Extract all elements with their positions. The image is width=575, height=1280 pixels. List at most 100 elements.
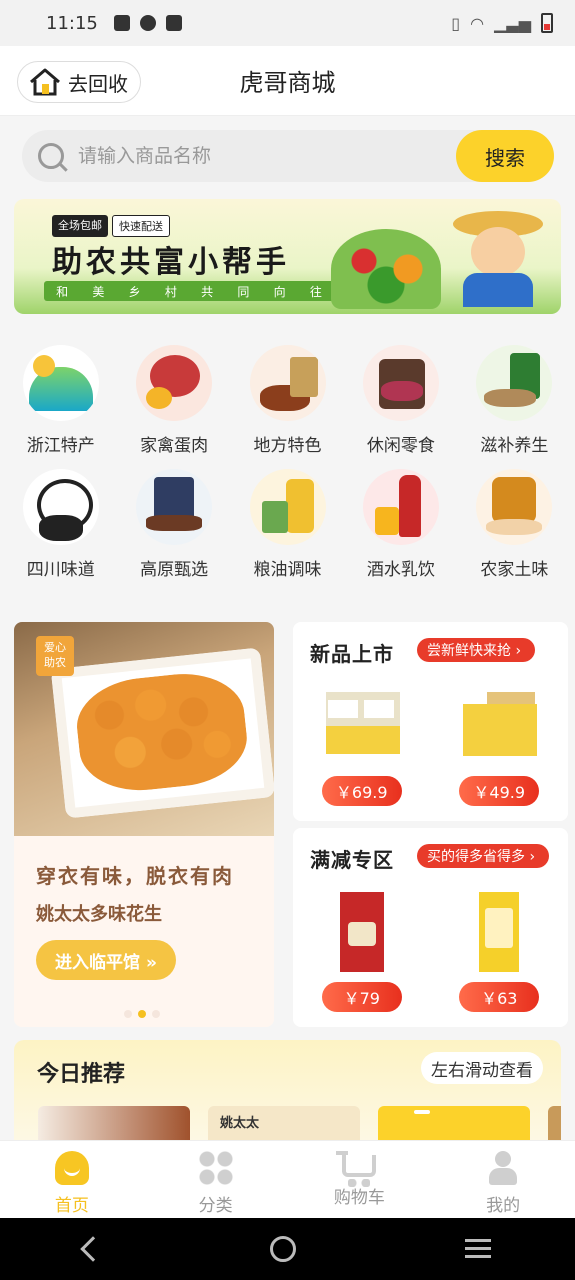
search-input[interactable] [78,145,428,167]
product-item[interactable]: ￥49.9 [444,682,554,806]
recommend-card[interactable]: 姚太太 [208,1106,360,1140]
tab-label: 首页 [54,1196,89,1216]
cart-icon [336,1151,377,1187]
recommend-card[interactable] [548,1106,561,1140]
category-item[interactable]: 浙江特产 [4,345,117,457]
category-item[interactable]: 酒水乳饮 [344,469,457,581]
home-circle-icon[interactable] [270,1236,297,1262]
carousel-indicator [124,1010,160,1018]
tab-home[interactable]: 首页 [0,1141,144,1218]
farmer-illustration [453,211,543,307]
category-item[interactable]: 滋补养生 [458,345,571,457]
notification-icon [113,15,130,31]
category-label: 地方特色 [253,436,322,456]
category-label: 浙江特产 [26,436,95,456]
status-time: 11:15 [46,12,98,34]
category-icon [198,1151,233,1185]
category-label: 四川味道 [26,560,95,580]
carousel-dot [124,1010,132,1018]
price-tag: ￥79 [321,982,402,1012]
card-title: 新品上市 [310,642,394,666]
banner-subtitle: 和美 乡村 共同 向往 [44,281,334,301]
tab-profile[interactable]: 我的 [431,1141,575,1218]
product-item[interactable]: ￥69.9 [307,682,417,806]
section-title: 今日推荐 [37,1062,126,1087]
recycle-label: 去回收 [68,71,128,96]
category-label: 休闲零食 [366,436,435,456]
user-icon [486,1151,520,1185]
category-item[interactable]: 地方特色 [231,345,344,457]
home-icon [54,1151,89,1185]
category-label: 农家土味 [480,560,549,580]
search-row: 搜索 [0,116,575,196]
search-button[interactable]: 搜索 [456,130,554,182]
price-tag: ￥63 [459,982,540,1012]
card-tag[interactable]: 尝新鲜快来抢 › [417,638,536,662]
carousel-dot-active [138,1010,146,1018]
tab-cart[interactable]: 购物车 [288,1141,432,1218]
status-bar: 11:15 ▯ ◠ ▁▃▅ [0,0,575,46]
promo-product-name: 姚太太多味花生 [36,904,162,925]
meat-egg-icon [136,345,213,421]
promo-badge: 爱心助农 [36,636,74,676]
price-tag: ￥69.9 [321,776,402,806]
health-icon [476,345,553,421]
category-item[interactable]: 休闲零食 [344,345,457,457]
discount-zone-card[interactable]: 满减专区 买的得多省得多 › ￥79 ￥63 [293,828,568,1027]
category-item[interactable]: 四川味道 [4,469,117,581]
oil-icon [249,469,326,545]
search-icon [38,143,64,169]
mountain-icon [22,345,99,421]
banner-tag: 快速配送 [112,215,170,237]
category-item[interactable]: 粮油调味 [231,469,344,581]
house-icon [30,68,60,96]
back-icon[interactable] [80,1236,106,1262]
recommend-card[interactable] [38,1106,190,1140]
enter-pavilion-button[interactable]: 进入临平馆 » [36,940,176,980]
carousel-dot [152,1010,160,1018]
category-grid: 浙江特产 家禽蛋肉 地方特色 休闲零食 滋补养生 四川味道 高原甄选 粮油调味 … [0,345,575,593]
flour-bag-product-image [459,888,540,972]
local-food-icon [249,345,326,421]
promo-banner[interactable]: 全场包邮 快速配送 助农共富小帮手 和美 乡村 共同 向往 [14,199,561,314]
product-item[interactable]: ￥63 [444,888,554,1012]
category-item[interactable]: 高原甄选 [117,469,230,581]
signal-icon: ▁▃▅ [494,13,531,33]
panda-icon [22,469,99,545]
category-item[interactable]: 农家土味 [458,469,571,581]
recycle-button[interactable]: 去回收 [17,61,141,103]
banner-tag: 全场包邮 [52,215,108,237]
tissue-box-product-image [459,682,540,766]
search-box: 搜索 [22,130,554,182]
new-arrivals-card[interactable]: 新品上市 尝新鲜快来抢 › ￥69.9 ￥49.9 [293,622,568,821]
recommend-card-brand [414,1110,430,1114]
product-item[interactable]: ￥79 [307,888,417,1012]
tissue-product-image [321,682,402,766]
category-label: 酒水乳饮 [366,560,435,580]
recommend-card[interactable] [378,1106,530,1140]
snack-icon [362,345,439,421]
wifi-icon: ◠ [470,13,485,33]
page-title: 虎哥商城 [239,69,336,97]
tab-category[interactable]: 分类 [144,1141,288,1218]
card-tag[interactable]: 买的得多省得多 › [417,844,550,868]
card-title: 满减专区 [310,848,394,872]
promo-carousel[interactable]: 爱心助农 穿衣有味，脱衣有肉 姚太太多味花生 进入临平馆 » [14,622,274,1027]
category-item[interactable]: 家禽蛋肉 [117,345,230,457]
rice-bag-product-image [321,888,402,972]
banner-title: 助农共富小帮手 [52,245,290,280]
wine-icon [362,469,439,545]
category-label: 高原甄选 [140,560,209,580]
plateau-icon [136,469,213,545]
recommend-card-brand: 姚太太 [220,1116,260,1131]
menu-icon[interactable] [464,1239,491,1259]
recommend-strip[interactable]: 姚太太 [38,1106,561,1140]
mail-icon [165,15,182,31]
today-recommend-section: 今日推荐 左右滑动查看 姚太太 [14,1040,561,1140]
tab-label: 我的 [486,1196,521,1216]
swipe-hint: 左右滑动查看 [421,1052,543,1084]
vibrate-icon: ▯ [451,13,461,33]
app-header: 去回收 虎哥商城 [0,46,575,116]
app-status-icon [139,15,156,31]
price-tag: ￥49.9 [459,776,540,806]
